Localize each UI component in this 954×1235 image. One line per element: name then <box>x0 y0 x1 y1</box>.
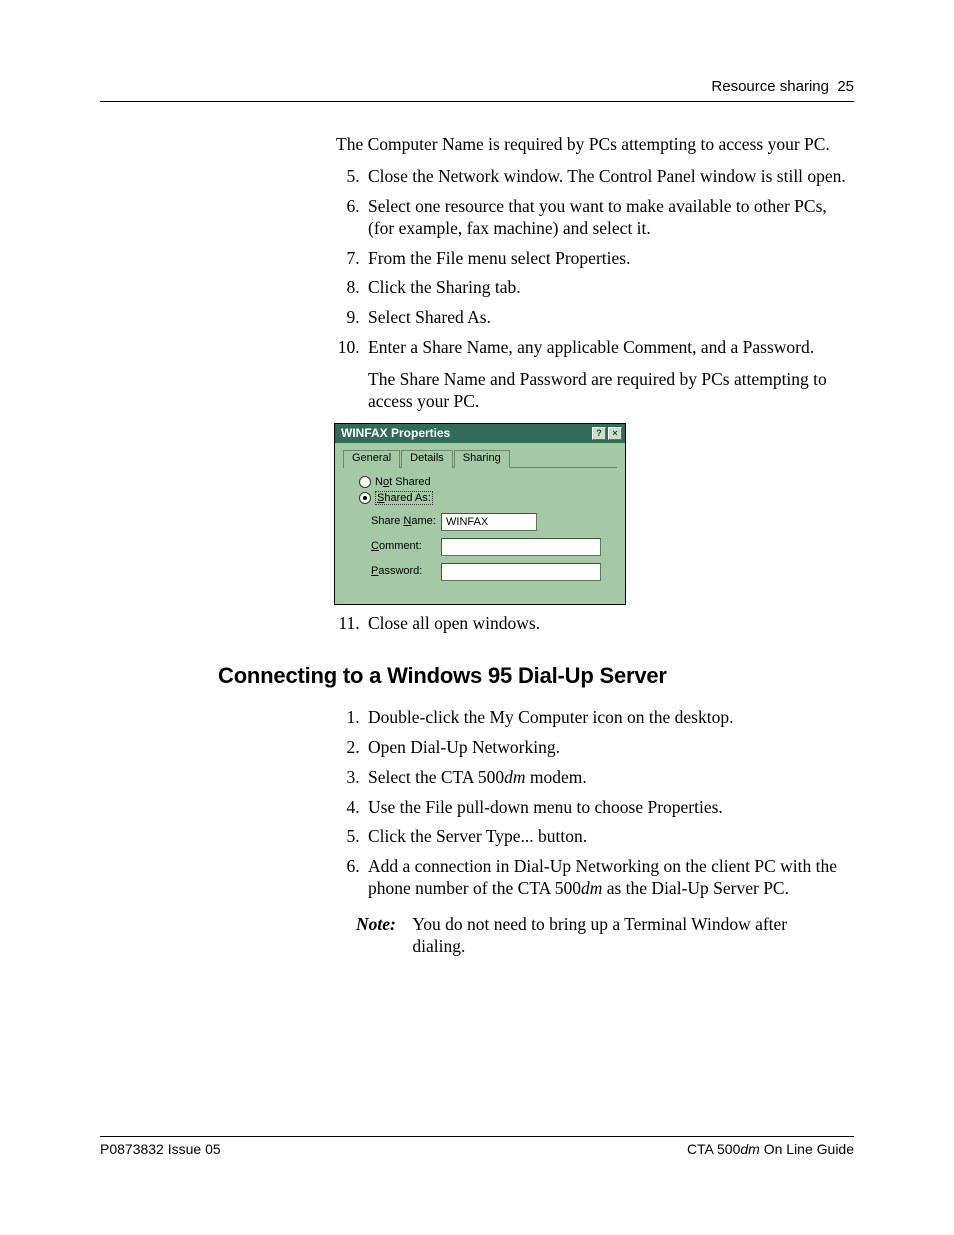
page-footer: P0873832 Issue 05 CTA 500dm On Line Guid… <box>100 1136 854 1157</box>
comment-row: Comment: <box>371 538 617 556</box>
comment-label: Comment: <box>371 540 441 554</box>
step-text: Add a connection in Dial-Up Networking o… <box>368 856 837 898</box>
step-text: Select one resource that you want to mak… <box>368 196 827 238</box>
steps-list-a-tail: Close all open windows. <box>336 613 854 635</box>
step-item: Double-click the My Computer icon on the… <box>364 707 854 729</box>
dialog-body: General Details Sharing Not Shared Share… <box>335 443 625 604</box>
step-item: Select the CTA 500dm modem. <box>364 767 854 789</box>
share-name-label: Share Name: <box>371 515 441 529</box>
password-input[interactable] <box>441 563 601 581</box>
step-item: Close all open windows. <box>364 613 854 635</box>
footer-left: P0873832 Issue 05 <box>100 1141 221 1157</box>
step-text: Click the Sharing tab. <box>368 277 521 297</box>
radio-shared-as[interactable]: Shared As: <box>359 492 617 506</box>
tabs: General Details Sharing <box>343 449 617 468</box>
step-text: Close all open windows. <box>368 613 540 633</box>
page-header: Resource sharing 25 <box>100 78 854 102</box>
step-followup: The Share Name and Password are required… <box>368 369 854 413</box>
close-button[interactable]: × <box>608 427 622 440</box>
password-row: Password: <box>371 563 617 581</box>
comment-input[interactable] <box>441 538 601 556</box>
step-text: Select the CTA 500dm modem. <box>368 767 587 787</box>
steps-list-a: Close the Network window. The Control Pa… <box>336 166 854 413</box>
tab-sharing[interactable]: Sharing <box>454 450 510 468</box>
step-item: Click the Server Type... button. <box>364 826 854 848</box>
password-label: Password: <box>371 565 441 579</box>
step-text: Click the Server Type... button. <box>368 826 587 846</box>
footer-right: CTA 500dm On Line Guide <box>687 1141 854 1157</box>
steps-list-b: Double-click the My Computer icon on the… <box>336 707 854 900</box>
step-text: Select Shared As. <box>368 307 491 327</box>
dialog-titlebar[interactable]: WINFAX Properties ? × <box>335 424 625 443</box>
step-item: Open Dial-Up Networking. <box>364 737 854 759</box>
step-item: Click the Sharing tab. <box>364 277 854 299</box>
tab-general[interactable]: General <box>343 450 400 468</box>
step-item: Select one resource that you want to mak… <box>364 196 854 240</box>
tab-details[interactable]: Details <box>401 450 453 468</box>
note-body: You do not need to bring up a Terminal W… <box>412 914 832 958</box>
radio-shared-as-label: Shared As: <box>375 491 433 505</box>
step-text: From the File menu select Properties. <box>368 248 630 268</box>
note-label: Note: <box>356 914 408 936</box>
step-item: Select Shared As. <box>364 307 854 329</box>
step-item: Use the File pull-down menu to choose Pr… <box>364 797 854 819</box>
page: Resource sharing 25 The Computer Name is… <box>0 0 954 1235</box>
radio-not-shared[interactable]: Not Shared <box>359 476 617 490</box>
step-text: Open Dial-Up Networking. <box>368 737 560 757</box>
step-item: Add a connection in Dial-Up Networking o… <box>364 856 854 900</box>
winfax-properties-dialog: WINFAX Properties ? × General Details Sh… <box>334 423 626 605</box>
header-section: Resource sharing <box>711 78 829 95</box>
radio-icon <box>359 492 371 504</box>
step-item: From the File menu select Properties. <box>364 248 854 270</box>
dialog-title: WINFAX Properties <box>341 426 590 441</box>
radio-not-shared-label: Not Shared <box>375 476 431 488</box>
step-text: Use the File pull-down menu to choose Pr… <box>368 797 723 817</box>
share-name-row: Share Name: WINFAX <box>371 513 617 531</box>
step-text: Double-click the My Computer icon on the… <box>368 707 733 727</box>
section-b-content: Double-click the My Computer icon on the… <box>336 707 854 958</box>
step-item: Close the Network window. The Control Pa… <box>364 166 854 188</box>
help-button[interactable]: ? <box>592 427 606 440</box>
share-name-input[interactable]: WINFAX <box>441 513 537 531</box>
heading-connecting: Connecting to a Windows 95 Dial-Up Serve… <box>218 663 854 689</box>
header-page-number: 25 <box>837 78 854 95</box>
note-block: Note: You do not need to bring up a Term… <box>356 914 854 958</box>
step-text: Enter a Share Name, any applicable Comme… <box>368 337 814 357</box>
step-text: Close the Network window. The Control Pa… <box>368 166 846 186</box>
main-content: The Computer Name is required by PCs att… <box>336 134 854 635</box>
step-item: Enter a Share Name, any applicable Comme… <box>364 337 854 413</box>
intro-paragraph: The Computer Name is required by PCs att… <box>336 134 854 156</box>
radio-icon <box>359 476 371 488</box>
